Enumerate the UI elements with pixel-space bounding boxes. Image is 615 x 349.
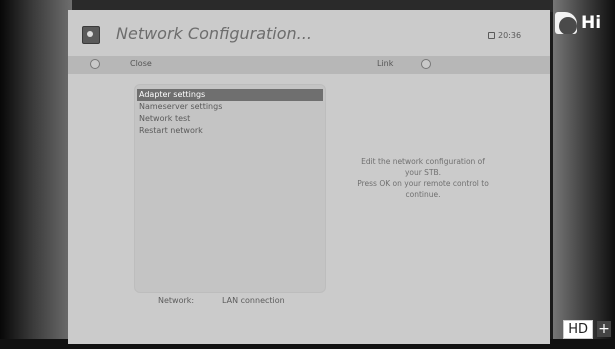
description-line-1: Edit the network configuration of	[361, 157, 485, 166]
description-line-2: your STB.	[404, 168, 442, 177]
channel-logo-mark	[555, 12, 577, 34]
menu-item-nameserver-settings[interactable]: Nameserver settings	[137, 101, 323, 113]
hd-badge: HD +	[563, 319, 611, 339]
menu-item-restart-network[interactable]: Restart network	[137, 125, 323, 137]
tv-background-right	[553, 0, 615, 349]
network-menu-list: Adapter settings Nameserver settings Net…	[134, 84, 326, 293]
close-button-label[interactable]: Close	[130, 59, 152, 68]
network-configuration-window: Network Configuration... 20:36 Close Lin…	[68, 10, 550, 344]
description-line-4: continue.	[405, 190, 441, 199]
menu-item-network-test[interactable]: Network test	[137, 113, 323, 125]
network-status: Network: LAN connection	[158, 296, 285, 305]
clock: 20:36	[488, 31, 521, 40]
channel-logo-text: Hi	[581, 13, 602, 33]
description-line-3: Press OK on your remote control to	[357, 179, 489, 188]
channel-logo: Hi	[555, 10, 611, 36]
network-status-label: Network:	[158, 296, 195, 305]
menu-item-adapter-settings[interactable]: Adapter settings	[137, 89, 323, 101]
link-button-icon[interactable]	[421, 59, 431, 69]
window-titlebar: Network Configuration... 20:36	[68, 10, 550, 54]
clock-icon	[488, 32, 495, 39]
link-button-label[interactable]: Link	[377, 59, 393, 68]
hd-label: HD	[563, 319, 593, 339]
close-button-icon[interactable]	[90, 59, 100, 69]
hd-plus-label: +	[597, 321, 611, 337]
clock-time: 20:36	[498, 31, 522, 40]
toolbar: Close Link	[68, 56, 550, 74]
description-panel: Edit the network configuration of your S…	[338, 156, 508, 200]
settings-icon	[82, 26, 100, 44]
tv-background-left	[0, 0, 72, 349]
window-title: Network Configuration...	[116, 24, 312, 43]
network-status-value: LAN connection	[222, 296, 285, 305]
